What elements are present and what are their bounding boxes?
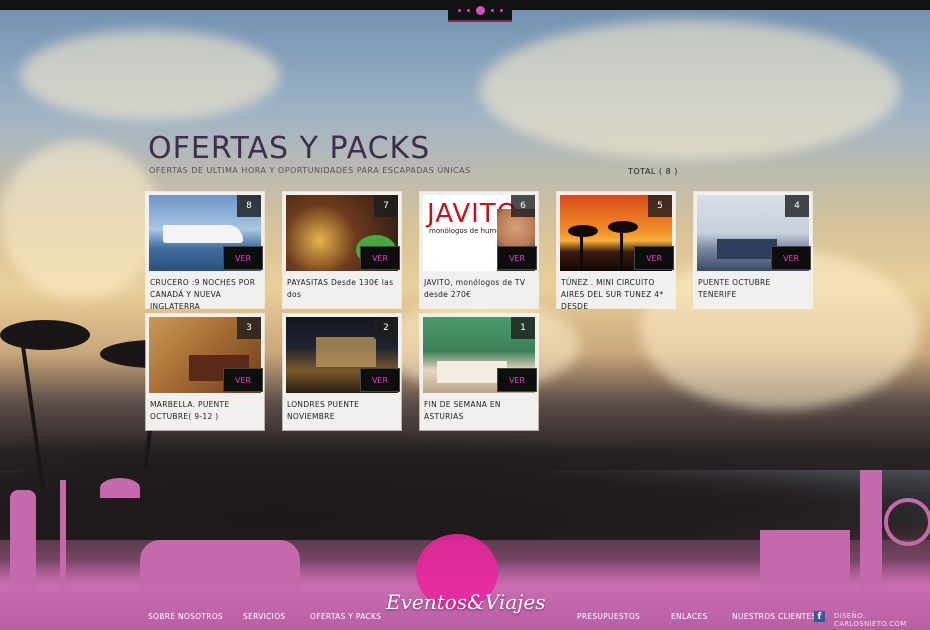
offer-card[interactable]: 8 VER CRUCERO :9 NOCHES POR CANADÁ Y NUE…	[146, 192, 264, 311]
statue-of-liberty-silhouette	[10, 490, 36, 590]
offer-number: 5	[648, 195, 672, 217]
ver-button[interactable]: VER	[771, 246, 811, 270]
offer-card[interactable]: 7 VER PAYASITAS Desde 130€ las dos	[283, 192, 401, 308]
target-circle-decoration	[884, 498, 930, 546]
people-silhouette	[140, 540, 300, 590]
palm-tree-icon	[0, 320, 90, 350]
total-count: TOTAL ( 8 )	[628, 167, 678, 176]
ver-button[interactable]: VER	[497, 246, 537, 270]
offer-number: 7	[374, 195, 398, 217]
slider-dot-active[interactable]	[475, 5, 485, 15]
offer-card[interactable]: JAVITO monólogos de humor 6 VER JAVITO, …	[420, 192, 538, 308]
ver-button[interactable]: VER	[223, 368, 263, 392]
offer-caption[interactable]: FIN DE SEMANA EN ASTURIAS	[424, 399, 534, 423]
palm-tree-icon	[580, 231, 583, 271]
hotel-building	[316, 337, 376, 367]
ver-button[interactable]: VER	[634, 246, 674, 270]
nav-servicios[interactable]: SERVICIOS	[243, 612, 285, 621]
nav-nuestros-clientes[interactable]: NUESTROS CLIENTES	[732, 612, 817, 621]
offer-card[interactable]: 2 VER LONDRES PUENTE NOVIEMBRE	[283, 314, 401, 430]
offer-number: 1	[511, 317, 535, 339]
palm-tree-icon	[568, 225, 598, 237]
javito-tagline: monólogos de humor	[429, 227, 504, 235]
slider-dot[interactable]	[490, 8, 494, 12]
city-silhouette	[760, 530, 850, 590]
palm-tree-icon	[608, 221, 638, 233]
offer-card[interactable]: 3 VER MARBELLA. PUENTE OCTUBRE( 9-12 )	[146, 314, 264, 430]
design-credit[interactable]: DISEÑO: CARLOSNIETO.COM	[834, 612, 930, 628]
nav-ofertas-y-packs[interactable]: OFERTAS Y PACKS	[310, 612, 381, 621]
offer-card[interactable]: 5 VER TÚNEZ . MINI CIRCUITO AIRES DEL SU…	[557, 192, 675, 311]
nav-enlaces[interactable]: ENLACES	[671, 612, 708, 621]
palm-tree-icon	[620, 227, 623, 271]
page-subtitle: OFERTAS DE ULTIMA HORA Y OPORTUNIDADES P…	[149, 166, 471, 175]
offer-number: 4	[785, 195, 809, 217]
tower-silhouette	[860, 470, 882, 590]
offer-caption[interactable]: JAVITO, monólogos de TV desde 270€	[424, 277, 534, 301]
ver-button[interactable]: VER	[360, 246, 400, 270]
ver-button[interactable]: VER	[497, 368, 537, 392]
background-cloud	[480, 20, 900, 160]
facebook-icon[interactable]: f	[814, 611, 825, 622]
ver-button[interactable]: VER	[223, 246, 263, 270]
slider-dot[interactable]	[457, 8, 461, 12]
cruise-ship-icon	[163, 225, 243, 243]
offer-number: 3	[237, 317, 261, 339]
signpost-silhouette	[60, 480, 66, 590]
offer-number: 6	[511, 195, 535, 217]
hotel-bed	[717, 239, 777, 259]
slider-dot[interactable]	[499, 8, 503, 12]
site-logo[interactable]: Eventos&Viajes	[386, 590, 545, 614]
slider-dot[interactable]	[466, 8, 470, 12]
offer-caption[interactable]: CRUCERO :9 NOCHES POR CANADÁ Y NUEVA ING…	[150, 277, 260, 313]
offer-card[interactable]: 4 VER PUENTE OCTUBRE TENERIFE	[694, 192, 812, 308]
ver-button[interactable]: VER	[360, 368, 400, 392]
slider-dots[interactable]	[448, 0, 512, 22]
offer-caption[interactable]: MARBELLA. PUENTE OCTUBRE( 9-12 )	[150, 399, 260, 423]
offer-number: 2	[374, 317, 398, 339]
offer-number: 8	[237, 195, 261, 217]
offer-caption[interactable]: LONDRES PUENTE NOVIEMBRE	[287, 399, 397, 423]
offer-caption[interactable]: PAYASITAS Desde 130€ las dos	[287, 277, 397, 301]
nav-sobre-nosotros[interactable]: SOBRE NOSOTROS	[148, 612, 223, 621]
offer-card[interactable]: 1 VER FIN DE SEMANA EN ASTURIAS	[420, 314, 538, 430]
nav-presupuestos[interactable]: PRESUPUESTOS	[577, 612, 640, 621]
background-cloud	[0, 140, 160, 300]
offer-caption[interactable]: TÚNEZ . MINI CIRCUITO AIRES DEL SUR TUNE…	[561, 277, 671, 313]
page-title: OFERTAS Y PACKS	[148, 131, 431, 166]
offer-caption[interactable]: PUENTE OCTUBRE TENERIFE	[698, 277, 808, 301]
parachute-silhouette	[100, 478, 140, 498]
background-cloud	[20, 30, 280, 120]
